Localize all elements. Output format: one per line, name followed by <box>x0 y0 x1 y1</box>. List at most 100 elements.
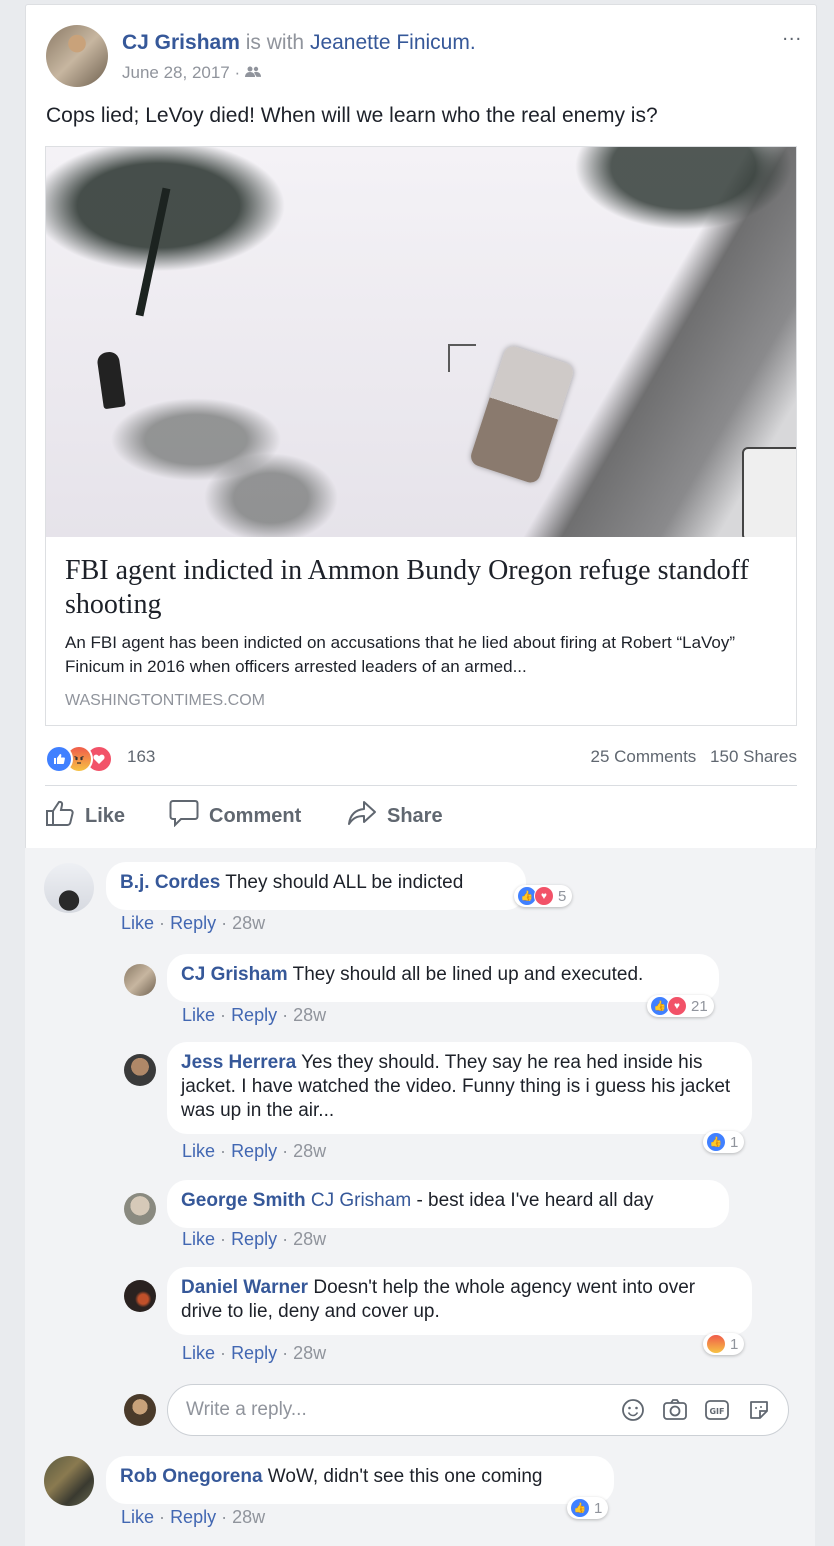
separator: · <box>220 1141 227 1161</box>
separator: · <box>220 1229 227 1249</box>
reaction-count: 1 <box>730 1335 739 1353</box>
post-date[interactable]: June 28, 2017 <box>122 63 230 82</box>
comment-like-link[interactable]: Like <box>121 913 154 933</box>
comment-reply-link[interactable]: Reply <box>231 1343 277 1363</box>
separator: · <box>282 1005 289 1025</box>
angry-reaction-icon <box>706 1334 726 1354</box>
reply-placeholder: Write a reply... <box>186 1399 307 1420</box>
gif-icon[interactable]: GIF <box>704 1397 730 1423</box>
link-image[interactable] <box>46 147 796 537</box>
reaction-count: 5 <box>558 887 567 905</box>
vehicle <box>742 447 796 537</box>
link-preview[interactable]: FBI agent indicted in Ammon Bundy Oregon… <box>45 146 797 726</box>
comment-reply-link[interactable]: Reply <box>170 1507 216 1527</box>
comment-age[interactable]: 28w <box>293 1229 326 1249</box>
commenter-name[interactable]: George Smith <box>181 1190 306 1211</box>
separator: · <box>220 1343 227 1363</box>
comment-bubble: Jess Herrera Yes they should. They say h… <box>167 1042 752 1134</box>
separator: · <box>282 1229 289 1249</box>
avatar[interactable] <box>44 1456 94 1506</box>
svg-text:GIF: GIF <box>709 1407 724 1416</box>
reaction-count: 163 <box>127 747 156 766</box>
comment-like-link[interactable]: Like <box>182 1229 215 1249</box>
post-menu-button[interactable]: ... <box>782 23 802 46</box>
friends-icon <box>244 63 261 82</box>
commenter-name[interactable]: Daniel Warner <box>181 1277 308 1298</box>
like-button[interactable]: Like <box>45 799 125 833</box>
comment-reactions[interactable]: 👍 1 <box>703 1131 745 1153</box>
like-label: Like <box>85 804 126 827</box>
comment-bubble: George Smith CJ Grisham - best idea I've… <box>167 1180 729 1228</box>
commenter-name[interactable]: B.j. Cordes <box>120 872 220 893</box>
comment-like-link[interactable]: Like <box>182 1343 215 1363</box>
comment-like-link[interactable]: Like <box>182 1141 215 1161</box>
truck <box>468 343 576 486</box>
camera-icon[interactable] <box>662 1397 688 1423</box>
comment-like-link[interactable]: Like <box>121 1507 154 1527</box>
comment-age[interactable]: 28w <box>293 1141 326 1161</box>
comment-meta: Like · Reply · 28w <box>182 1141 326 1162</box>
love-reaction-icon: ♥ <box>667 996 687 1016</box>
current-user-avatar[interactable] <box>124 1394 156 1426</box>
comment-button[interactable]: Comment <box>169 799 301 833</box>
post-header: CJ Grisham is with Jeanette Finicum. <box>122 31 476 55</box>
reaction-count: 1 <box>594 1499 603 1517</box>
separator: · <box>234 63 245 82</box>
tagged-person[interactable]: Jeanette Finicum. <box>310 31 476 54</box>
crosshair-mark <box>448 344 476 372</box>
love-reaction-icon: ♥ <box>534 886 554 906</box>
comment-reply-link[interactable]: Reply <box>231 1005 277 1025</box>
avatar[interactable] <box>124 1054 156 1086</box>
comments-count[interactable]: 25 Comments <box>590 747 696 766</box>
comment-reactions[interactable]: 👍 ♥ 21 <box>647 995 714 1017</box>
share-button[interactable]: Share <box>347 799 443 833</box>
comment-meta: Like · Reply · 28w <box>182 1229 326 1250</box>
sticker-icon[interactable] <box>746 1397 772 1423</box>
comment-like-link[interactable]: Like <box>182 1005 215 1025</box>
avatar[interactable] <box>124 964 156 996</box>
mention-link[interactable]: CJ Grisham <box>311 1190 411 1211</box>
separator: · <box>159 1507 166 1527</box>
comment-reactions[interactable]: 1 <box>703 1333 745 1355</box>
comment-meta: Like · Reply · 28w <box>182 1343 326 1364</box>
avatar[interactable] <box>44 863 94 913</box>
comment-text: They should all be lined up and executed… <box>292 964 644 985</box>
comment-text: WoW, didn't see this one coming <box>267 1466 543 1487</box>
avatar[interactable] <box>124 1193 156 1225</box>
separator: · <box>221 913 228 933</box>
tree <box>135 187 171 317</box>
link-title[interactable]: FBI agent indicted in Ammon Bundy Oregon… <box>65 554 765 622</box>
comment-reply-link[interactable]: Reply <box>231 1229 277 1249</box>
reply-input[interactable]: Write a reply... GIF <box>167 1384 789 1436</box>
comment-bubble: CJ Grisham They should all be lined up a… <box>167 954 719 1002</box>
author-name[interactable]: CJ Grisham <box>122 31 240 54</box>
commenter-name[interactable]: Jess Herrera <box>181 1052 296 1073</box>
author-avatar[interactable] <box>46 25 108 87</box>
comment-reactions[interactable]: 👍 1 <box>567 1497 609 1519</box>
comment-age[interactable]: 28w <box>232 1507 265 1527</box>
post-date-line: June 28, 2017 · <box>122 63 261 83</box>
emoji-icon[interactable] <box>620 1397 646 1423</box>
comment-reactions[interactable]: 👍 ♥ 5 <box>514 885 573 907</box>
comment-age[interactable]: 28w <box>293 1005 326 1025</box>
comment-reply-link[interactable]: Reply <box>231 1141 277 1161</box>
separator: · <box>282 1141 289 1161</box>
comment-age[interactable]: 28w <box>293 1343 326 1363</box>
reply-tools: GIF <box>620 1397 772 1423</box>
post-stats: 25 Comments 150 Shares <box>581 747 797 767</box>
reaction-count: 1 <box>730 1133 739 1151</box>
link-domain: WASHINGTONTIMES.COM <box>65 692 265 709</box>
comment-age[interactable]: 28w <box>232 913 265 933</box>
comment-bubble: B.j. Cordes They should ALL be indicted <box>106 862 526 910</box>
commenter-name[interactable]: Rob Onegorena <box>120 1466 263 1487</box>
divider <box>45 785 797 786</box>
commenter-name[interactable]: CJ Grisham <box>181 964 288 985</box>
comment-reply-link[interactable]: Reply <box>170 913 216 933</box>
comment-meta: Like · Reply · 28w <box>182 1005 326 1026</box>
post-text: Cops lied; LeVoy died! When will we lear… <box>46 104 658 127</box>
shares-count[interactable]: 150 Shares <box>710 747 797 766</box>
avatar[interactable] <box>124 1280 156 1312</box>
like-icon <box>45 799 85 833</box>
comments-section: B.j. Cordes They should ALL be indicted … <box>25 848 815 1546</box>
action-bar: Like Comment Share <box>45 789 797 839</box>
